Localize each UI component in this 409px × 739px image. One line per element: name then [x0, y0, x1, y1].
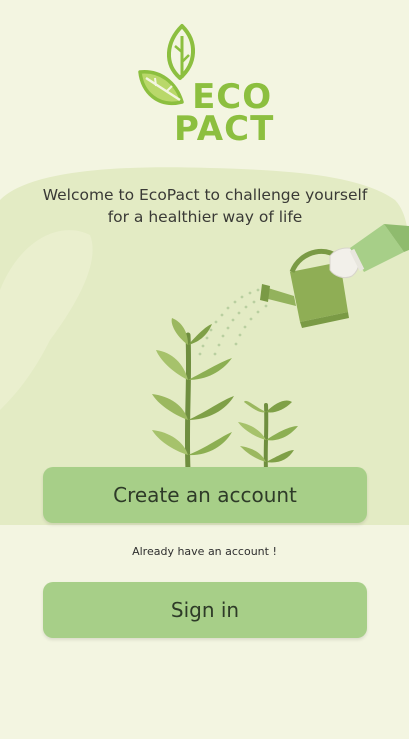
sign-in-button[interactable]: Sign in	[43, 582, 367, 638]
hand	[329, 224, 409, 279]
create-account-button[interactable]: Create an account	[43, 467, 367, 523]
already-have-account-text: Already have an account !	[132, 545, 277, 558]
water-drops	[198, 288, 268, 356]
small-plant	[238, 400, 298, 472]
tall-plant	[152, 318, 234, 473]
